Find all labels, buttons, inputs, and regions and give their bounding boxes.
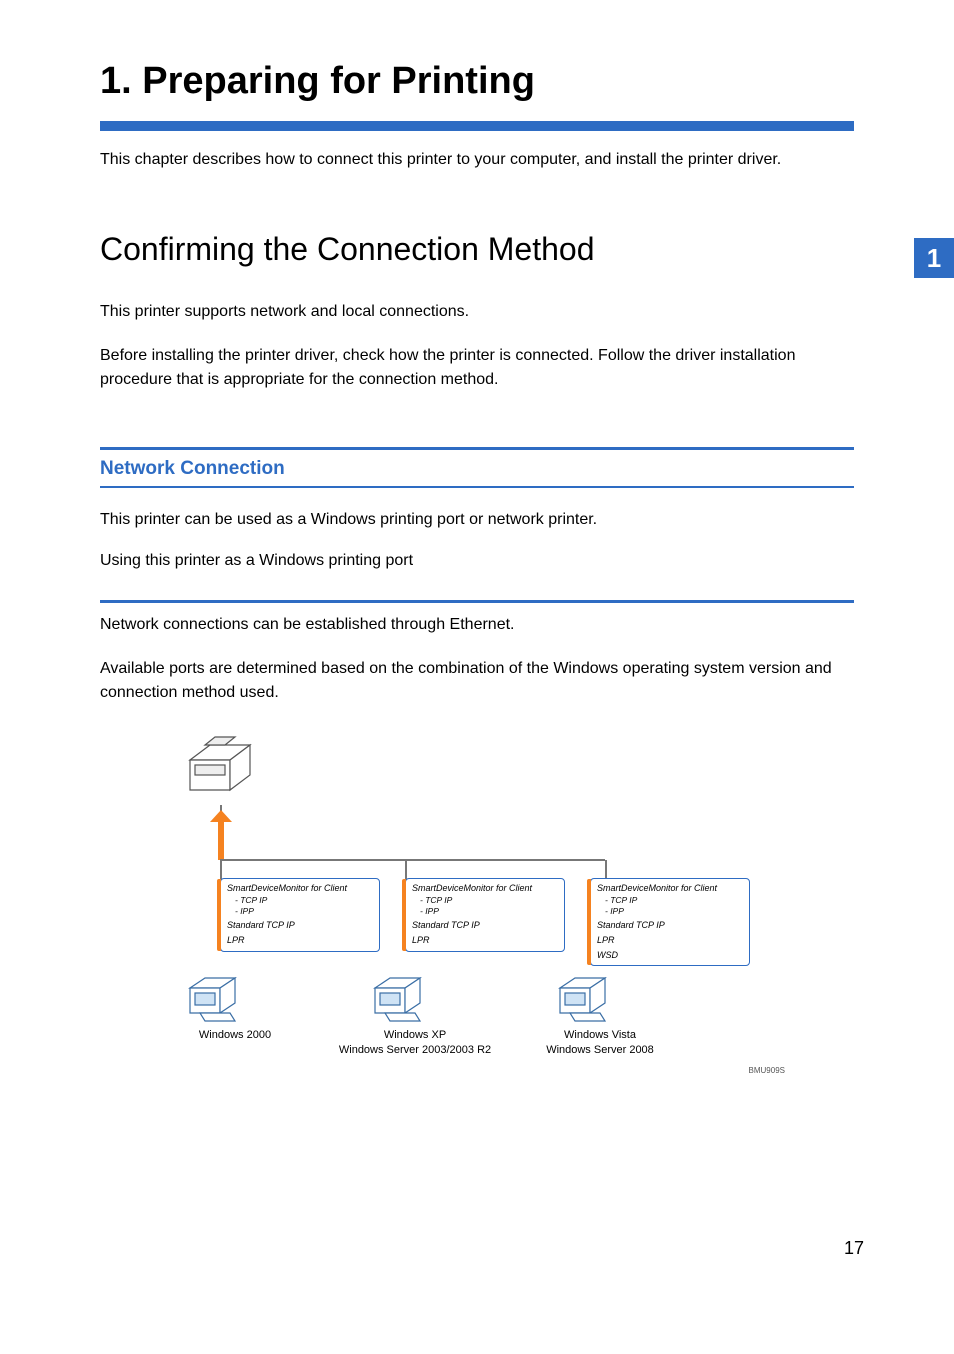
section-title: Confirming the Connection Method [100,231,854,268]
section-p1: This printer supports network and local … [100,300,854,324]
os-label: Windows Server 2008 [546,1044,654,1056]
computer-icon [370,973,430,1028]
subsub-title: Using this printer as a Windows printing… [100,552,854,570]
diagram-connector [220,860,222,880]
os-label: Windows Server 2003/2003 R2 [339,1044,491,1056]
subsection-p3: Available ports are determined based on … [100,657,854,705]
port-label: LPR [412,935,558,947]
port-label: LPR [227,935,373,947]
chapter-side-tab: 1 [914,238,954,278]
network-diagram: SmartDeviceMonitor for Client - TCP IP -… [180,735,780,1075]
page-number: 17 [844,1238,864,1259]
computer-icon [185,973,245,1028]
subsub-rule [100,600,854,603]
diagram-horizontal-line [220,859,605,861]
ports-box-windows-2000: SmartDeviceMonitor for Client - TCP IP -… [220,878,380,951]
os-label: Windows XP [384,1029,446,1041]
port-sub: - IPP [412,906,558,917]
subsection-rule-bottom [100,486,854,488]
chapter-intro: This chapter describes how to connect th… [100,149,854,171]
diagram-connector [405,860,407,880]
port-sub: - TCP IP [227,895,373,906]
chapter-rule [100,121,854,131]
os-label: Windows 2000 [199,1029,271,1041]
diagram-code: BMU909S [749,1066,785,1075]
port-label: Standard TCP IP [412,920,558,932]
section-p2: Before installing the printer driver, ch… [100,344,854,392]
ports-box-windows-xp: SmartDeviceMonitor for Client - TCP IP -… [405,878,565,951]
port-label: LPR [597,935,743,947]
client-label-3: Windows Vista Windows Server 2008 [520,1028,680,1057]
port-label: SmartDeviceMonitor for Client [227,883,373,895]
port-label: SmartDeviceMonitor for Client [597,883,743,895]
subsection-rule-top [100,447,854,450]
ports-box-windows-vista: SmartDeviceMonitor for Client - TCP IP -… [590,878,750,966]
subsection-p1: This printer can be used as a Windows pr… [100,508,854,532]
diagram-connector [605,860,607,880]
os-label: Windows Vista [564,1029,636,1041]
port-label: Standard TCP IP [597,920,743,932]
port-label: Standard TCP IP [227,920,373,932]
arrow-up-icon [210,810,232,860]
printer-icon [180,735,260,805]
subsection: Network Connection This printer can be u… [100,447,854,1075]
subsection-p2: Network connections can be established t… [100,613,854,637]
client-label-1: Windows 2000 [175,1028,295,1042]
computer-icon [555,973,615,1028]
port-label: SmartDeviceMonitor for Client [412,883,558,895]
port-sub: - IPP [227,906,373,917]
port-sub: - IPP [597,906,743,917]
subsection-title: Network Connection [100,458,854,480]
port-sub: - TCP IP [597,895,743,906]
port-sub: - TCP IP [412,895,558,906]
client-label-2: Windows XP Windows Server 2003/2003 R2 [330,1028,500,1057]
page-content: 1. Preparing for Printing This chapter d… [0,0,954,1125]
chapter-title: 1. Preparing for Printing [100,60,854,103]
port-label: WSD [597,950,743,962]
